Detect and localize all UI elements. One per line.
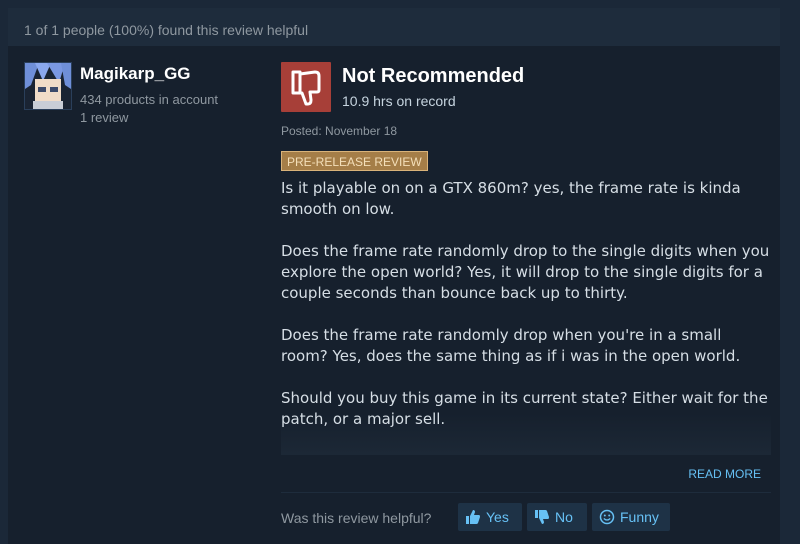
author-review-count[interactable]: 1 review [80, 110, 128, 125]
review-text: Is it playable on on a GTX 860m? yes, th… [281, 178, 771, 455]
helpful-question: Was this review helpful? [281, 510, 432, 526]
vote-yes-label: Yes [486, 509, 509, 525]
author-product-count[interactable]: 434 products in account [80, 92, 218, 107]
read-more-link[interactable]: READ MORE [688, 467, 761, 481]
posted-date: Posted: November 18 [281, 124, 398, 138]
pre-release-badge: PRE-RELEASE REVIEW [281, 151, 428, 171]
vote-no-button[interactable]: No [527, 503, 587, 531]
vote-funny-label: Funny [620, 509, 659, 525]
vote-no-label: No [555, 509, 573, 525]
review-verdict[interactable]: Not Recommended [342, 65, 524, 88]
author-name[interactable]: Magikarp_GG [80, 64, 191, 84]
review-paragraph: Does the frame rate randomly drop when y… [281, 326, 741, 365]
vote-funny-button[interactable]: Funny [592, 503, 670, 531]
thumbs-down-icon [281, 62, 331, 112]
vote-yes-button[interactable]: Yes [458, 503, 522, 531]
smiley-icon [599, 509, 615, 525]
review-author: Magikarp_GG 434 products in account 1 re… [24, 62, 264, 125]
thumbs-up-icon [466, 510, 480, 524]
hours-on-record: 10.9 hrs on record [342, 93, 456, 109]
thumbs-down-icon [535, 510, 549, 524]
review-paragraph: Does the frame rate randomly drop to the… [281, 242, 770, 302]
review-card: 1 of 1 people (100%) found this review h… [8, 8, 780, 544]
review-paragraph: Is it playable on on a GTX 860m? yes, th… [281, 179, 741, 218]
avatar[interactable] [24, 62, 72, 110]
divider [281, 492, 771, 493]
helpful-count-header: 1 of 1 people (100%) found this review h… [8, 8, 780, 46]
avatar-image [25, 63, 71, 109]
review-paragraph: Should you buy this game in its current … [281, 389, 768, 428]
